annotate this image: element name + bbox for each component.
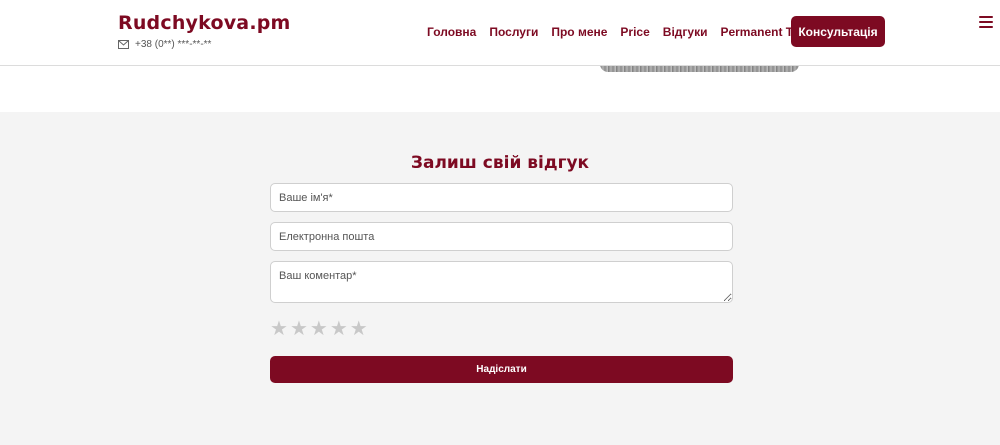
comment-textarea[interactable]	[270, 261, 733, 303]
star-icon-1[interactable]: ★	[270, 319, 288, 339]
name-input[interactable]	[270, 183, 733, 212]
submit-button[interactable]: Надіслати	[270, 356, 733, 383]
hamburger-menu-icon[interactable]	[979, 16, 993, 30]
nav-price[interactable]: Price	[620, 25, 649, 39]
consultation-button[interactable]: Консультація	[791, 16, 885, 47]
star-icon-2[interactable]: ★	[290, 319, 308, 339]
site-logo[interactable]: Rudchykova.pm	[118, 12, 291, 34]
site-header: Rudchykova.pm +38 (0**) ***-**-** Головн…	[0, 0, 1000, 66]
review-form-section: Залиш свій відгук ★ ★ ★ ★ ★ Надіслати	[0, 112, 1000, 445]
star-icon-4[interactable]: ★	[330, 319, 348, 339]
phone-number[interactable]: +38 (0**) ***-**-**	[135, 39, 211, 50]
mail-icon	[118, 40, 129, 49]
nav-services[interactable]: Послуги	[489, 25, 538, 39]
nav-about[interactable]: Про мене	[551, 25, 607, 39]
review-form-title: Залиш свій відгук	[410, 153, 590, 173]
nav-home[interactable]: Головна	[427, 25, 476, 39]
nav-reviews[interactable]: Відгуки	[663, 25, 708, 39]
star-rating: ★ ★ ★ ★ ★	[270, 319, 368, 339]
main-nav: Головна Послуги Про мене Price Відгуки P…	[427, 25, 835, 39]
email-input[interactable]	[270, 222, 733, 251]
star-icon-3[interactable]: ★	[310, 319, 328, 339]
contact-phone: +38 (0**) ***-**-**	[118, 39, 211, 50]
star-icon-5[interactable]: ★	[350, 319, 368, 339]
